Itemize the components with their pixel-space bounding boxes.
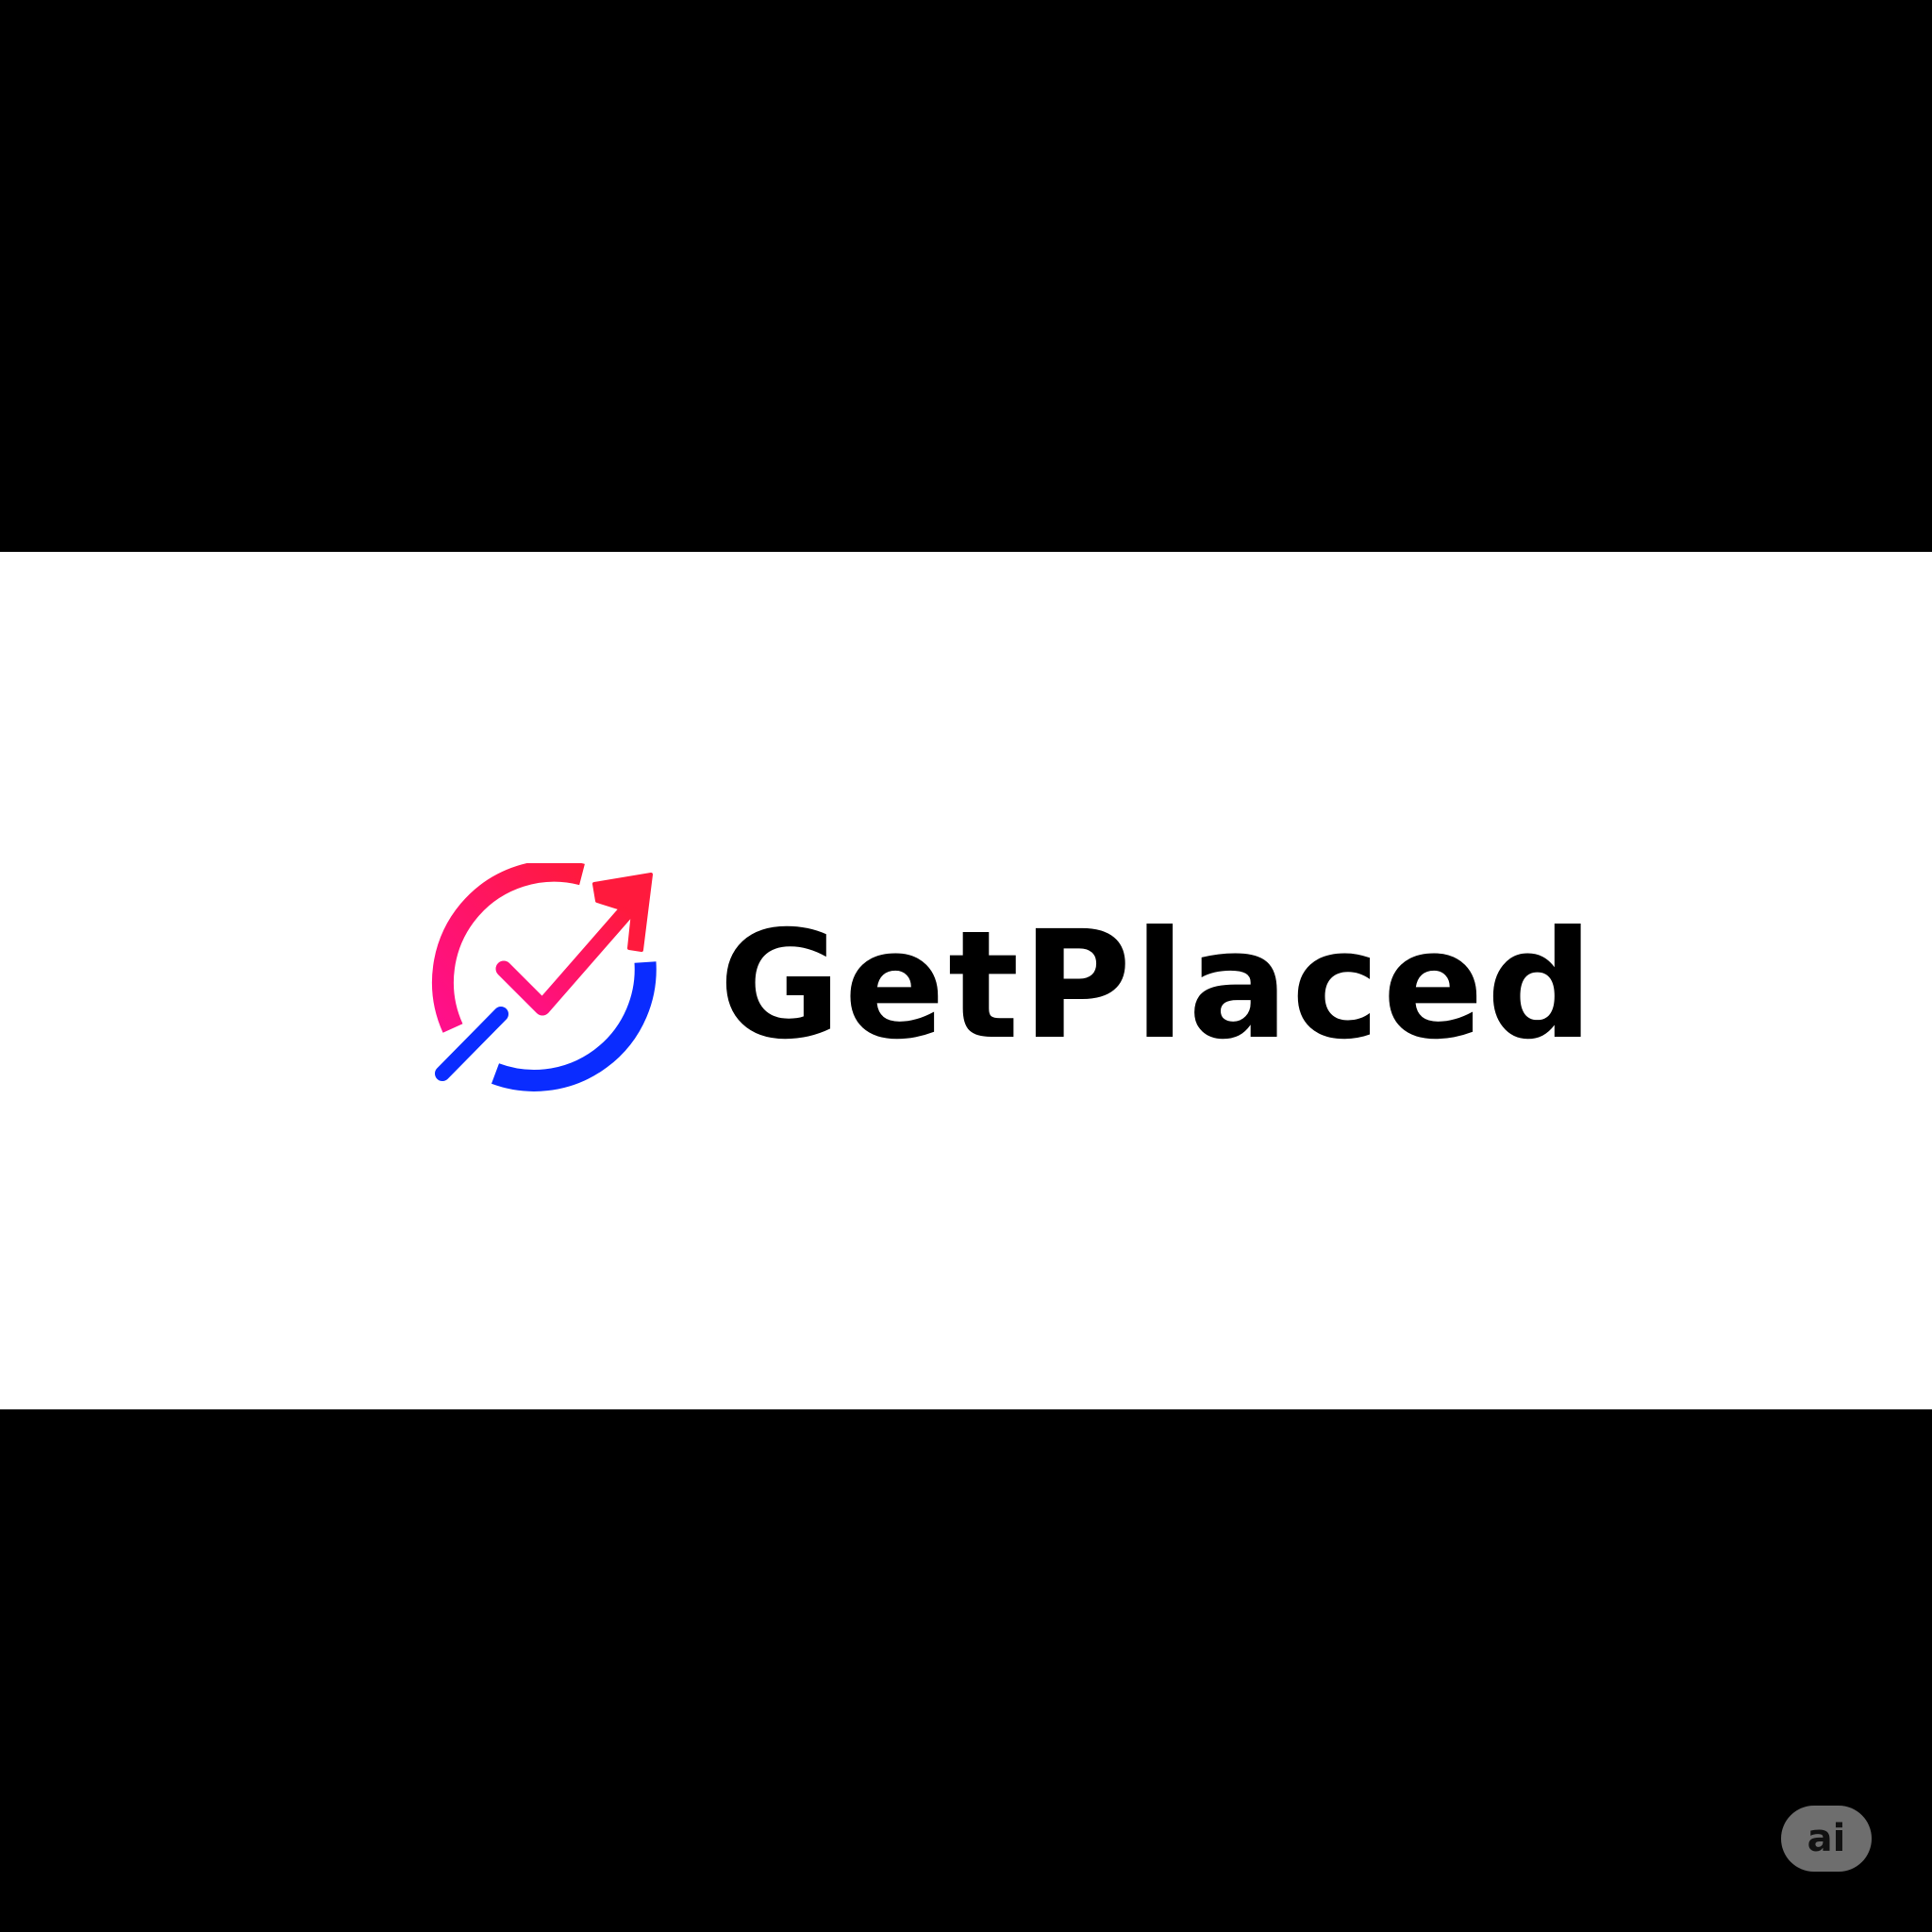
ai-generated-badge: ai — [1781, 1806, 1872, 1872]
pink-arc — [431, 863, 585, 1033]
brand-wordmark: GetPlaced — [719, 899, 1596, 1073]
image-canvas: GetPlaced ai — [0, 0, 1932, 1932]
ai-badge-label: ai — [1807, 1817, 1846, 1860]
circular-check-arrow-icon — [431, 863, 657, 1091]
check-arrow-shaft — [495, 902, 636, 1016]
